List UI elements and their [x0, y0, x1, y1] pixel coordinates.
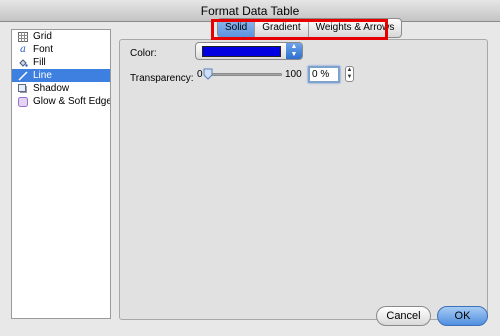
shadow-icon — [18, 83, 28, 94]
settings-panel: Color: Transparency: — [119, 39, 488, 320]
popup-arrows-icon: ▲ ▼ — [286, 43, 302, 59]
sidebar-item-label: Shadow — [33, 83, 70, 94]
tab-gradient[interactable]: Gradient — [255, 19, 309, 37]
sidebar-item-label: Fill — [33, 57, 46, 68]
sidebar-item-grid[interactable]: Grid — [12, 30, 110, 43]
sidebar-item-line[interactable]: Line — [12, 69, 110, 82]
sidebar-item-fill[interactable]: Fill — [12, 56, 110, 69]
font-icon: a — [20, 44, 26, 55]
line-icon — [18, 70, 28, 81]
sidebar-item-font[interactable]: a Font — [12, 43, 110, 56]
transparency-label: Transparency: — [130, 73, 194, 84]
tab-solid[interactable]: Solid — [218, 19, 256, 37]
transparency-max-label: 100 — [285, 69, 302, 80]
dialog-body: Grid a Font Fill Line Shadow Glow & Soft… — [0, 22, 500, 336]
line-style-tabs: Solid Gradient Weights & Arrows — [217, 18, 403, 38]
fill-bucket-icon — [18, 58, 28, 68]
glow-icon — [18, 96, 28, 107]
sidebar-item-label: Line — [33, 70, 52, 81]
sidebar-item-label: Grid — [33, 31, 52, 42]
transparency-percent-field[interactable]: 0 % — [308, 66, 340, 83]
cancel-button[interactable]: Cancel — [376, 306, 431, 326]
sidebar-item-shadow[interactable]: Shadow — [12, 82, 110, 95]
transparency-slider[interactable] — [207, 73, 282, 76]
transparency-min-label: 0 — [197, 69, 203, 80]
tab-weights-arrows[interactable]: Weights & Arrows — [309, 19, 402, 37]
category-sidebar: Grid a Font Fill Line Shadow Glow & Soft… — [11, 29, 111, 319]
transparency-stepper[interactable]: ▲ ▼ — [345, 66, 354, 82]
ok-button[interactable]: OK — [437, 306, 488, 326]
grid-icon — [18, 31, 28, 42]
color-popup-button[interactable]: ▲ ▼ — [195, 42, 303, 60]
sidebar-item-label: Font — [33, 44, 54, 55]
sidebar-item-glow[interactable]: Glow & Soft Edges — [12, 95, 110, 108]
color-label: Color: — [130, 48, 157, 59]
color-swatch — [202, 46, 281, 57]
slider-thumb[interactable] — [203, 68, 213, 80]
sidebar-item-label: Glow & Soft Edges — [33, 96, 111, 107]
